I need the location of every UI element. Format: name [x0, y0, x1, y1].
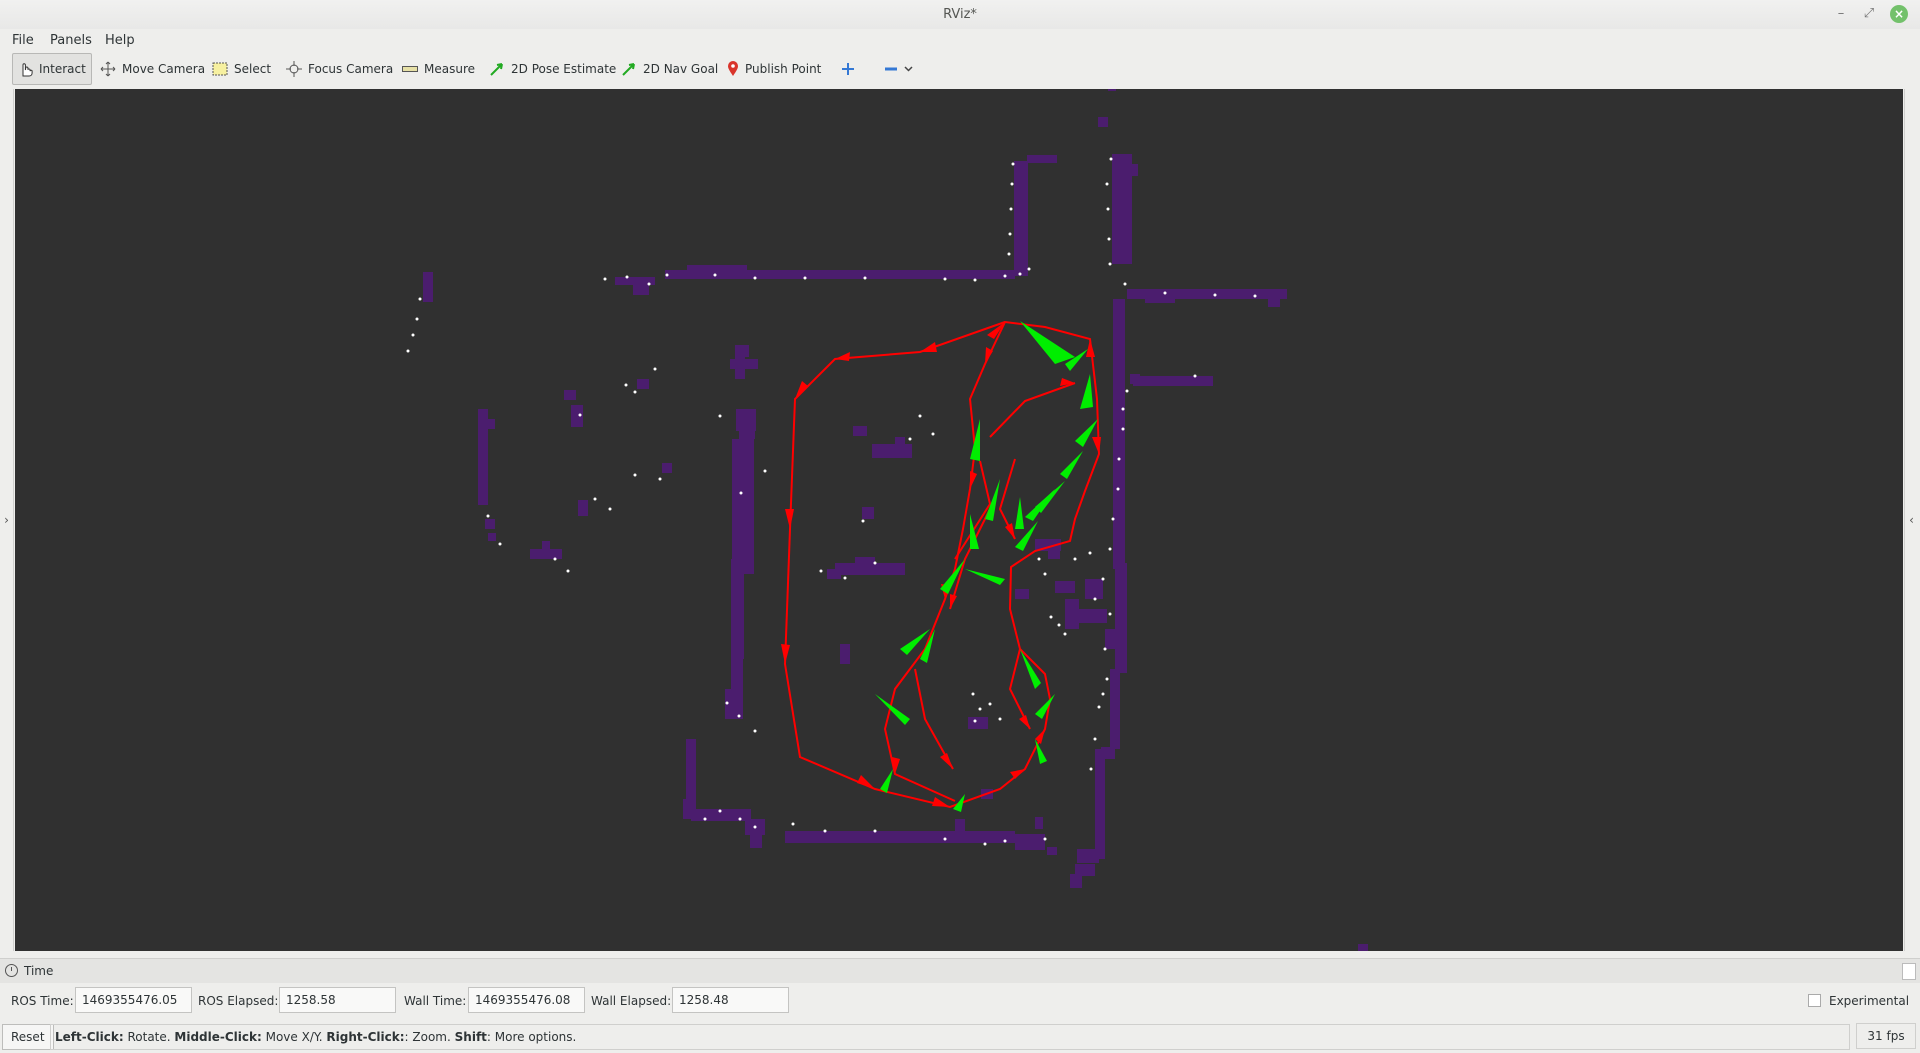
tool-measure[interactable]: Measure	[396, 53, 481, 85]
tool-label: 2D Nav Goal	[643, 62, 719, 76]
remove-tool-button[interactable]	[878, 53, 919, 85]
tool-label: Move Camera	[122, 62, 206, 76]
restore-icon[interactable]: ⤢	[1860, 5, 1878, 23]
ros-time-label: ROS Time:	[11, 994, 74, 1008]
plus-icon	[842, 63, 854, 75]
experimental-label: Experimental	[1829, 994, 1910, 1008]
wall-time-field[interactable]: 1469355476.08	[468, 987, 585, 1013]
clock-icon	[5, 964, 18, 977]
hand-pointer-icon	[22, 63, 33, 77]
tool-label: 2D Pose Estimate	[511, 62, 617, 76]
pose-array-red	[783, 320, 1101, 809]
menu-help[interactable]: Help	[105, 33, 135, 48]
time-panel-header: Time	[0, 958, 1920, 983]
tool-label: Publish Point	[745, 62, 822, 76]
wall-elapsed-label: Wall Elapsed:	[591, 994, 672, 1008]
tool-interact[interactable]: Interact	[12, 53, 92, 85]
tools-toolbar: Interact Move Camera Select Focus Camera…	[0, 53, 1920, 87]
ros-time-field[interactable]: 1469355476.05	[75, 987, 192, 1013]
tool-move-camera[interactable]: Move Camera	[94, 53, 211, 85]
measure-ruler-icon	[402, 66, 418, 72]
rviz-3d-scene[interactable]	[15, 89, 1903, 951]
experimental-checkbox[interactable]	[1808, 994, 1821, 1007]
pose-arrow-icon	[490, 63, 503, 76]
focus-camera-icon	[286, 61, 302, 77]
tool-2d-nav-goal[interactable]: 2D Nav Goal	[615, 53, 724, 85]
ros-elapsed-field[interactable]: 1258.58	[279, 987, 396, 1013]
render-viewport[interactable]	[15, 89, 1903, 951]
window-title: RViz*	[943, 7, 977, 22]
help-key: Shift	[454, 1030, 487, 1044]
help-desc: Move X/Y.	[261, 1030, 327, 1044]
help-key: Left-Click:	[55, 1030, 124, 1044]
particle-cloud-green	[875, 321, 1098, 812]
minimize-icon[interactable]: –	[1832, 5, 1850, 23]
wall-time-label: Wall Time:	[404, 994, 467, 1008]
reset-button[interactable]: Reset	[2, 1024, 54, 1050]
minus-icon	[885, 67, 897, 71]
help-desc: Rotate.	[123, 1030, 175, 1044]
help-key: Right-Click:	[326, 1030, 405, 1044]
left-panel-toggle[interactable]: ›	[0, 89, 14, 951]
chevron-down-icon	[904, 66, 913, 72]
menu-file[interactable]: File	[12, 33, 34, 48]
close-icon[interactable]: ×	[1890, 5, 1908, 23]
tool-select[interactable]: Select	[206, 53, 277, 85]
occupancy-map-cells	[423, 89, 1368, 951]
tool-label: Measure	[424, 62, 475, 76]
panel-grip-icon[interactable]	[1902, 963, 1916, 980]
right-panel-toggle[interactable]: ‹	[1904, 89, 1918, 951]
time-panel: ROS Time: 1469355476.05 ROS Elapsed: 125…	[0, 983, 1920, 1019]
pose-array-red-heads	[781, 322, 1101, 807]
map-pin-icon	[728, 61, 738, 76]
menu-panels[interactable]: Panels	[50, 33, 92, 48]
tool-publish-point[interactable]: Publish Point	[721, 53, 827, 85]
help-key: Middle-Click:	[174, 1030, 262, 1044]
help-desc: : More options.	[486, 1030, 577, 1044]
wall-elapsed-field[interactable]: 1258.48	[672, 987, 789, 1013]
tool-2d-pose-estimate[interactable]: 2D Pose Estimate	[483, 53, 622, 85]
status-bar: Reset Left-Click: Rotate. Middle-Click: …	[0, 1022, 1920, 1053]
select-box-icon	[212, 62, 228, 76]
ros-elapsed-label: ROS Elapsed:	[198, 994, 279, 1008]
tool-label: Select	[234, 62, 272, 76]
move-camera-icon	[100, 61, 116, 77]
nav-goal-arrow-icon	[622, 63, 635, 76]
menu-bar: File Panels Help	[0, 29, 1920, 53]
time-panel-title: Time	[24, 964, 54, 978]
tool-label: Interact	[39, 62, 86, 76]
window-titlebar: RViz* – ⤢ ×	[0, 0, 1920, 30]
tool-focus-camera[interactable]: Focus Camera	[280, 53, 399, 85]
help-text: Left-Click: Rotate. Middle-Click: Move X…	[50, 1024, 1850, 1050]
tool-label: Focus Camera	[308, 62, 394, 76]
help-desc: : Zoom.	[404, 1030, 455, 1044]
add-tool-button[interactable]	[835, 53, 861, 85]
fps-counter: 31 fps	[1856, 1023, 1916, 1049]
